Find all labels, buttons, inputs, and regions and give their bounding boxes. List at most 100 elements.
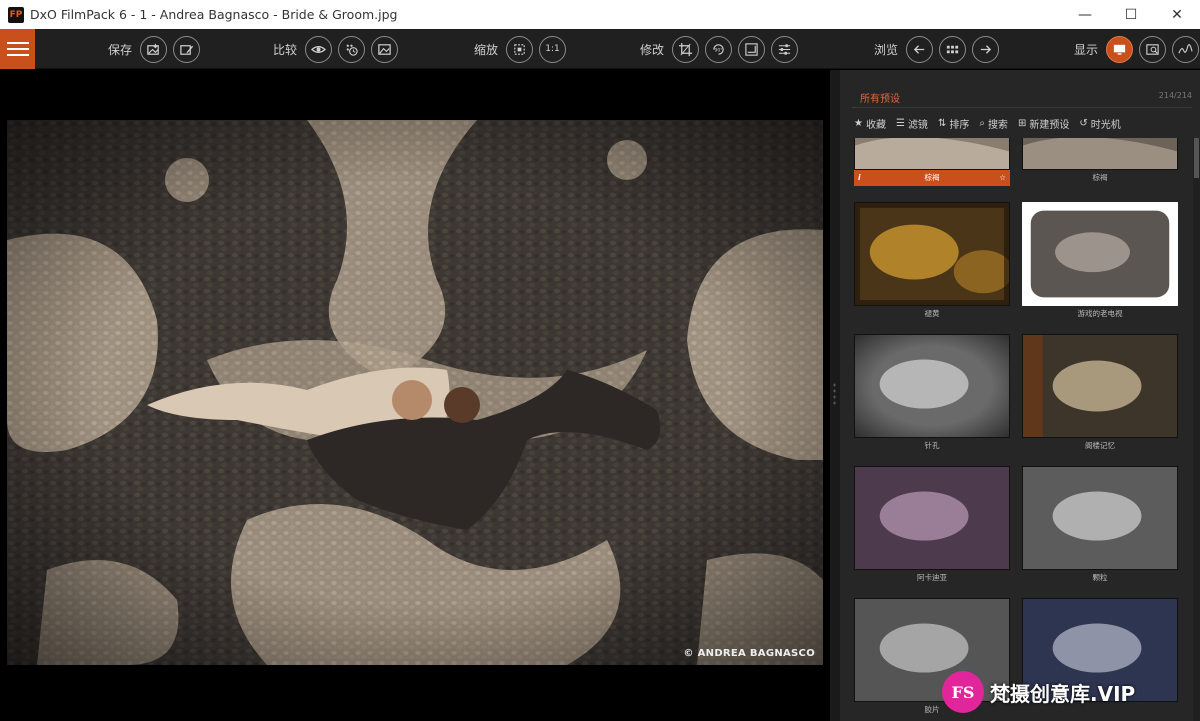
- histogram-button[interactable]: [1172, 35, 1200, 63]
- list-filter-icon: ☰: [895, 118, 905, 129]
- brand-text: 梵摄创意库.VIP: [990, 681, 1136, 706]
- favorites-tool[interactable]: ★ 收藏: [854, 116, 886, 131]
- zoom-label: 缩放: [474, 42, 499, 57]
- compare-history-button[interactable]: [338, 35, 366, 63]
- preset-thumb-1[interactable]: 棕褐: [1022, 138, 1178, 186]
- frame-icon: [745, 42, 758, 56]
- minimize-button[interactable]: —: [1062, 0, 1108, 29]
- adjustments-button[interactable]: [771, 35, 799, 63]
- save-image-button[interactable]: [140, 35, 168, 63]
- close-button[interactable]: ✕: [1154, 0, 1200, 29]
- preset-thumb-2[interactable]: 褪黄: [854, 202, 1010, 322]
- window-controls: — ☐ ✕: [1062, 0, 1200, 29]
- preset-caption: 游戏的老电视: [1077, 309, 1123, 318]
- main-photo: © ANDREA BAGNASCO: [7, 120, 823, 665]
- preset-caption: i 棕褐 ☆: [854, 170, 1010, 186]
- presets-panel: 所有预设 214/214 ★ 收藏 ☰ 滤镜 ⇅ 排序 ⌕ 搜索 ⊞ 新建预设 ↺ 时光机 …: [840, 70, 1200, 721]
- image-icon: [378, 43, 391, 55]
- time-machine-tool[interactable]: ↺ 时光机: [1079, 116, 1120, 131]
- preset-thumb-image: [854, 466, 1010, 570]
- photo-render: [7, 120, 823, 665]
- preset-thumb-image: [854, 138, 1010, 170]
- history-icon: ↺: [1079, 118, 1088, 129]
- preset-thumb-image: [854, 202, 1010, 306]
- image-save-icon: [147, 43, 159, 55]
- magnifier-image-icon: [1146, 43, 1159, 55]
- loupe-button[interactable]: [1139, 35, 1167, 63]
- fit-screen-icon: [514, 43, 525, 55]
- zoom-100-button[interactable]: 1:1: [539, 35, 567, 63]
- straighten-button[interactable]: [738, 35, 766, 63]
- save-label: 保存: [108, 42, 133, 57]
- export-image-button[interactable]: [173, 35, 201, 63]
- preset-caption: 针孔: [924, 441, 940, 450]
- preset-thumb-image: [1022, 334, 1178, 438]
- window-title: DxO FilmPack 6 - 1 - Andrea Bagnasco - B…: [30, 7, 398, 22]
- grid-view-button[interactable]: [939, 35, 967, 63]
- preset-caption: 褪黄: [924, 309, 940, 318]
- sort-icon: ⇅: [937, 118, 947, 129]
- browse-group: 浏览: [874, 29, 1000, 69]
- main-toolbar: 保存 比较 缩放 1:1 修改 90° 浏览 显示: [0, 29, 1200, 69]
- image-edit-icon: [180, 44, 194, 55]
- zoom-fit-button[interactable]: [506, 35, 534, 63]
- svg-text:90°: 90°: [714, 47, 722, 53]
- presets-title[interactable]: 所有预设: [860, 90, 900, 105]
- new-preset-icon: ⊞: [1017, 118, 1027, 129]
- preset-thumb-7[interactable]: 颗粒: [1022, 466, 1178, 586]
- sliders-icon: [778, 43, 791, 55]
- preset-thumb-6[interactable]: 阿卡迪亚: [854, 466, 1010, 586]
- presets-grid: i 棕褐 ☆ 棕褐 褪黄 游戏的老电视 针孔 阁楼记忆 阿卡迪亚 颗粒 胶片: [854, 138, 1184, 721]
- display-group: 显示: [1074, 29, 1200, 69]
- filter-tool[interactable]: ☰ 滤镜: [896, 116, 928, 131]
- compare-side-button[interactable]: [371, 35, 399, 63]
- preset-caption: 棕褐: [1092, 173, 1108, 182]
- display-label: 显示: [1074, 42, 1099, 57]
- preset-thumb-5[interactable]: 阁楼记忆: [1022, 334, 1178, 454]
- monitor-icon: [1113, 44, 1126, 55]
- panel-splitter[interactable]: [830, 70, 840, 721]
- histogram-icon: [1178, 43, 1193, 53]
- presets-scrollbar[interactable]: [1193, 138, 1200, 721]
- grid-icon: [946, 45, 959, 53]
- info-icon[interactable]: i: [858, 170, 861, 186]
- star-icon: ★: [854, 118, 863, 129]
- maximize-button[interactable]: ☐: [1108, 0, 1154, 29]
- compare-toggle-button[interactable]: [305, 35, 333, 63]
- preset-caption: 颗粒: [1092, 573, 1108, 582]
- preset-caption: 阿卡迪亚: [917, 573, 947, 582]
- previous-image-button[interactable]: [906, 35, 934, 63]
- next-image-button[interactable]: [972, 35, 1000, 63]
- history-icon: [346, 44, 358, 56]
- favorite-star-icon[interactable]: ☆: [999, 170, 1006, 186]
- app-logo: FP: [8, 6, 24, 23]
- zoom-group: 缩放 1:1: [474, 29, 567, 69]
- arrow-left-icon: [913, 44, 925, 54]
- search-tool[interactable]: ⌕ 搜索: [979, 116, 1008, 131]
- preset-thumb-image: [854, 334, 1010, 438]
- title-bar: FP DxO FilmPack 6 - 1 - Andrea Bagnasco …: [0, 0, 1200, 29]
- crop-button[interactable]: [672, 35, 700, 63]
- preset-thumb-image: [1022, 138, 1178, 170]
- preset-caption: 阁楼记忆: [1085, 441, 1115, 450]
- preset-thumb-3[interactable]: 游戏的老电视: [1022, 202, 1178, 322]
- presets-toolbar: ★ 收藏 ☰ 滤镜 ⇅ 排序 ⌕ 搜索 ⊞ 新建预设 ↺ 时光机: [854, 116, 1121, 131]
- new-preset-tool[interactable]: ⊞ 新建预设: [1018, 116, 1069, 131]
- rotate-90-icon: 90°: [713, 43, 724, 55]
- presets-panel-button[interactable]: [1106, 35, 1134, 63]
- save-group: 保存: [108, 29, 201, 69]
- sort-tool[interactable]: ⇅ 排序: [938, 116, 969, 131]
- site-brand-watermark: FS 梵摄创意库.VIP: [942, 668, 1135, 716]
- edit-label: 修改: [640, 42, 665, 57]
- image-viewer[interactable]: © ANDREA BAGNASCO: [0, 70, 830, 721]
- scrollbar-thumb[interactable]: [1194, 138, 1199, 178]
- preset-thumb-4[interactable]: 针孔: [854, 334, 1010, 454]
- rotate-button[interactable]: 90°: [705, 35, 733, 63]
- preset-thumb-image: [1022, 466, 1178, 570]
- search-icon: ⌕: [979, 118, 985, 129]
- hamburger-menu-button[interactable]: [0, 29, 35, 69]
- eye-icon: [311, 45, 327, 53]
- browse-label: 浏览: [874, 42, 899, 57]
- preset-thumb-0[interactable]: i 棕褐 ☆: [854, 138, 1010, 186]
- photo-watermark: © ANDREA BAGNASCO: [683, 648, 815, 659]
